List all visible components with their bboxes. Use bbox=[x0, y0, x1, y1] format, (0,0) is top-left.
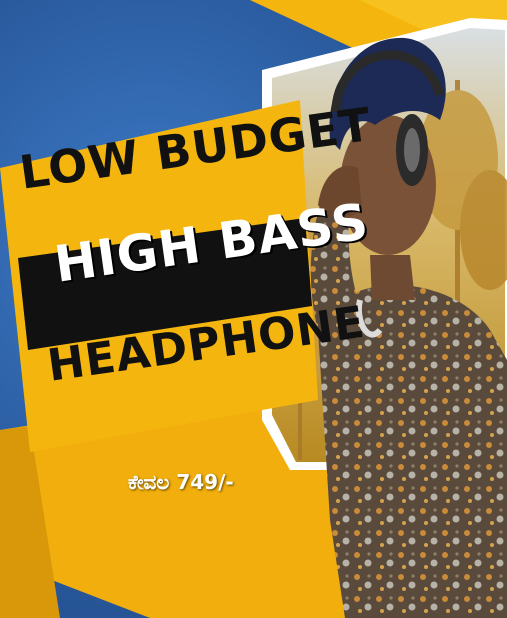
thumbnail-artwork bbox=[0, 0, 507, 618]
video-thumbnail[interactable]: LOW BUDGET HIGH BASS HEADPHONE ಕೇವಲ 749/… bbox=[0, 0, 507, 618]
price-label: ಕೇವಲ 749/- bbox=[128, 470, 234, 494]
person-neck bbox=[370, 255, 415, 300]
